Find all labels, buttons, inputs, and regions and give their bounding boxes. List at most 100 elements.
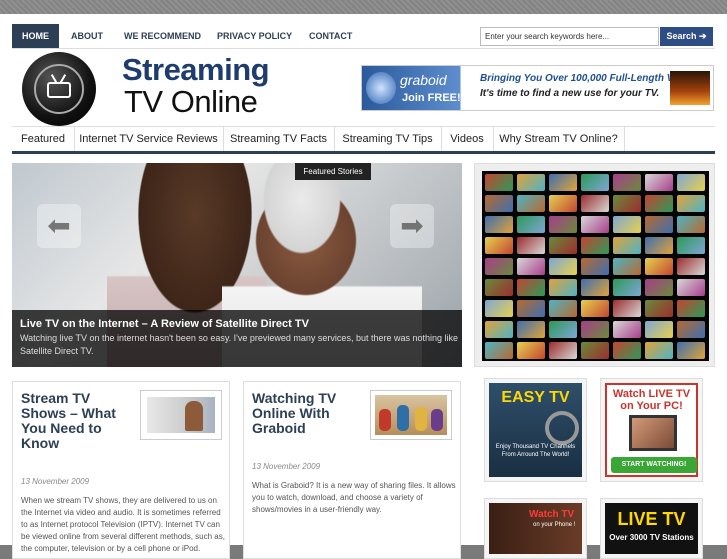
tv-screen-tile <box>581 321 609 338</box>
nav-privacy-policy[interactable]: PRIVACY POLICY <box>217 24 292 48</box>
cat-featured[interactable]: Featured <box>12 127 75 151</box>
banner-line2: It's time to find a new use for your TV. <box>480 88 660 99</box>
tv-screen-tile <box>613 300 641 317</box>
easy-tv-title: EASY TV <box>501 389 570 406</box>
tv-screen-tile <box>517 174 545 191</box>
tv-screen-tile <box>517 279 545 296</box>
banner-line1: Bringing You Over 100,000 Full-Length Vi… <box>480 73 702 84</box>
arrow-right-icon[interactable]: ➡ <box>390 204 434 248</box>
post-thumbnail[interactable] <box>370 390 452 440</box>
nav-home[interactable]: HOME <box>12 24 59 48</box>
tv-screen-tile <box>613 216 641 233</box>
tv-screen-tile <box>517 258 545 275</box>
post-date: 13 November 2009 <box>21 477 90 486</box>
tv-screen-tile <box>645 342 673 359</box>
tv-screen-tile <box>549 195 577 212</box>
graboid-banner-ad[interactable]: graboid Join FREE! Bringing You Over 100… <box>361 65 714 111</box>
tv-wall-grid <box>482 171 709 361</box>
site-title-line2[interactable]: TV Online <box>124 84 258 120</box>
tv-screen-tile <box>645 321 673 338</box>
post-thumbnail[interactable] <box>140 390 222 440</box>
film-reel-icon <box>545 411 579 445</box>
cat-internet-tv-service-reviews[interactable]: Internet TV Service Reviews <box>74 127 224 151</box>
watch-live-tv-ad[interactable]: Watch LIVE TV on Your PC! START WATCHING… <box>600 378 703 482</box>
tv-screen-tile <box>581 342 609 359</box>
tv-screen-tile <box>613 321 641 338</box>
tv-screen-tile <box>485 216 513 233</box>
tv-screen-tile <box>613 237 641 254</box>
tv-screen-tile <box>645 174 673 191</box>
tv-screen-tile <box>581 300 609 317</box>
category-navigation: Featured Internet TV Service Reviews Str… <box>12 126 715 154</box>
watch-tv-phone-sub: on your Phone ! <box>533 522 576 528</box>
tv-screen-tile <box>581 237 609 254</box>
tv-screen-tile <box>677 300 705 317</box>
banner-join-text: Join FREE! <box>402 92 461 104</box>
tv-screen-tile <box>549 342 577 359</box>
tv-screen-tile <box>613 258 641 275</box>
slide-title[interactable]: Live TV on the Internet – A Review of Sa… <box>20 318 309 330</box>
tv-screen-tile <box>645 195 673 212</box>
post-card: Watching TV Online With Graboid 13 Novem… <box>243 381 461 559</box>
tv-screen-tile <box>485 195 513 212</box>
tv-screen-tile <box>517 321 545 338</box>
easy-tv-ad[interactable]: EASY TV Enjoy Thousand TV Channels From … <box>484 378 587 482</box>
tv-screen-tile <box>677 174 705 191</box>
slide-excerpt: Watching live TV on the internet hasn't … <box>20 333 459 356</box>
tv-screen-tile <box>645 300 673 317</box>
tv-screen-tile <box>517 237 545 254</box>
search-button[interactable]: Search ➔ <box>660 27 713 46</box>
page: HOME ABOUT WE RECOMMEND PRIVACY POLICY C… <box>0 14 727 559</box>
arrow-left-icon[interactable]: ⬅ <box>37 204 81 248</box>
nav-we-recommend[interactable]: WE RECOMMEND <box>124 24 201 48</box>
tv-wall-image[interactable] <box>474 163 715 367</box>
featured-stories-tag: Featured Stories <box>295 163 371 180</box>
cat-streaming-tv-tips[interactable]: Streaming TV Tips <box>334 127 442 151</box>
tv-screen-tile <box>613 195 641 212</box>
tv-screen-tile <box>581 216 609 233</box>
slide-caption: Live TV on the Internet – A Review of Sa… <box>12 310 462 367</box>
tv-screen-tile <box>485 174 513 191</box>
live-tv-stations-ad[interactable]: LIVE TV Over 3000 TV Stations <box>600 498 703 559</box>
featured-slider[interactable]: Featured Stories ⬅ ➡ Live TV on the Inte… <box>12 163 462 367</box>
tv-screen-tile <box>485 342 513 359</box>
globe-icon <box>366 72 396 104</box>
cat-why-stream-tv-online[interactable]: Why Stream TV Online? <box>493 127 625 151</box>
site-title-line1[interactable]: Streaming <box>122 52 270 88</box>
nav-contact[interactable]: CONTACT <box>309 24 352 48</box>
tv-screen-tile <box>613 342 641 359</box>
cat-videos[interactable]: Videos <box>441 127 494 151</box>
tv-screen-tile <box>549 174 577 191</box>
tv-screen-tile <box>485 258 513 275</box>
tv-screen-tile <box>677 279 705 296</box>
tv-screen-tile <box>581 174 609 191</box>
post-title[interactable]: Stream TV Shows – What You Need to Know <box>21 391 129 451</box>
cat-streaming-tv-facts[interactable]: Streaming TV Facts <box>223 127 335 151</box>
post-excerpt: What is Graboid? It is a new way of shar… <box>252 481 456 514</box>
tv-screen-tile <box>485 279 513 296</box>
tv-screen-tile <box>613 279 641 296</box>
tv-screen-tile <box>645 279 673 296</box>
tv-screen-tile <box>549 258 577 275</box>
nav-about[interactable]: ABOUT <box>71 24 103 48</box>
tv-screen-tile <box>677 321 705 338</box>
post-date: 13 November 2009 <box>252 462 321 471</box>
tv-screen-tile <box>677 216 705 233</box>
tv-screen-tile <box>549 300 577 317</box>
watch-tv-phone-ad[interactable]: Watch TV on your Phone ! <box>484 498 587 559</box>
tv-screen-tile <box>645 216 673 233</box>
tv-screen-tile <box>549 237 577 254</box>
top-navigation: HOME ABOUT WE RECOMMEND PRIVACY POLICY C… <box>12 24 715 49</box>
tv-icon <box>629 415 677 451</box>
banner-brand: graboid <box>400 72 447 88</box>
search-input[interactable]: Enter your search keywords here... <box>480 27 659 46</box>
tv-screen-tile <box>549 279 577 296</box>
tv-screen-tile <box>677 237 705 254</box>
tv-screen-tile <box>581 195 609 212</box>
fireplace-tv-image <box>670 71 710 105</box>
post-title[interactable]: Watching TV Online With Graboid <box>252 391 360 436</box>
tv-screen-tile <box>549 321 577 338</box>
start-watching-button[interactable]: START WATCHING! <box>611 457 697 473</box>
post-excerpt: When we stream TV shows, they are delive… <box>21 496 225 553</box>
live-tv-title: LIVE TV <box>617 509 686 529</box>
